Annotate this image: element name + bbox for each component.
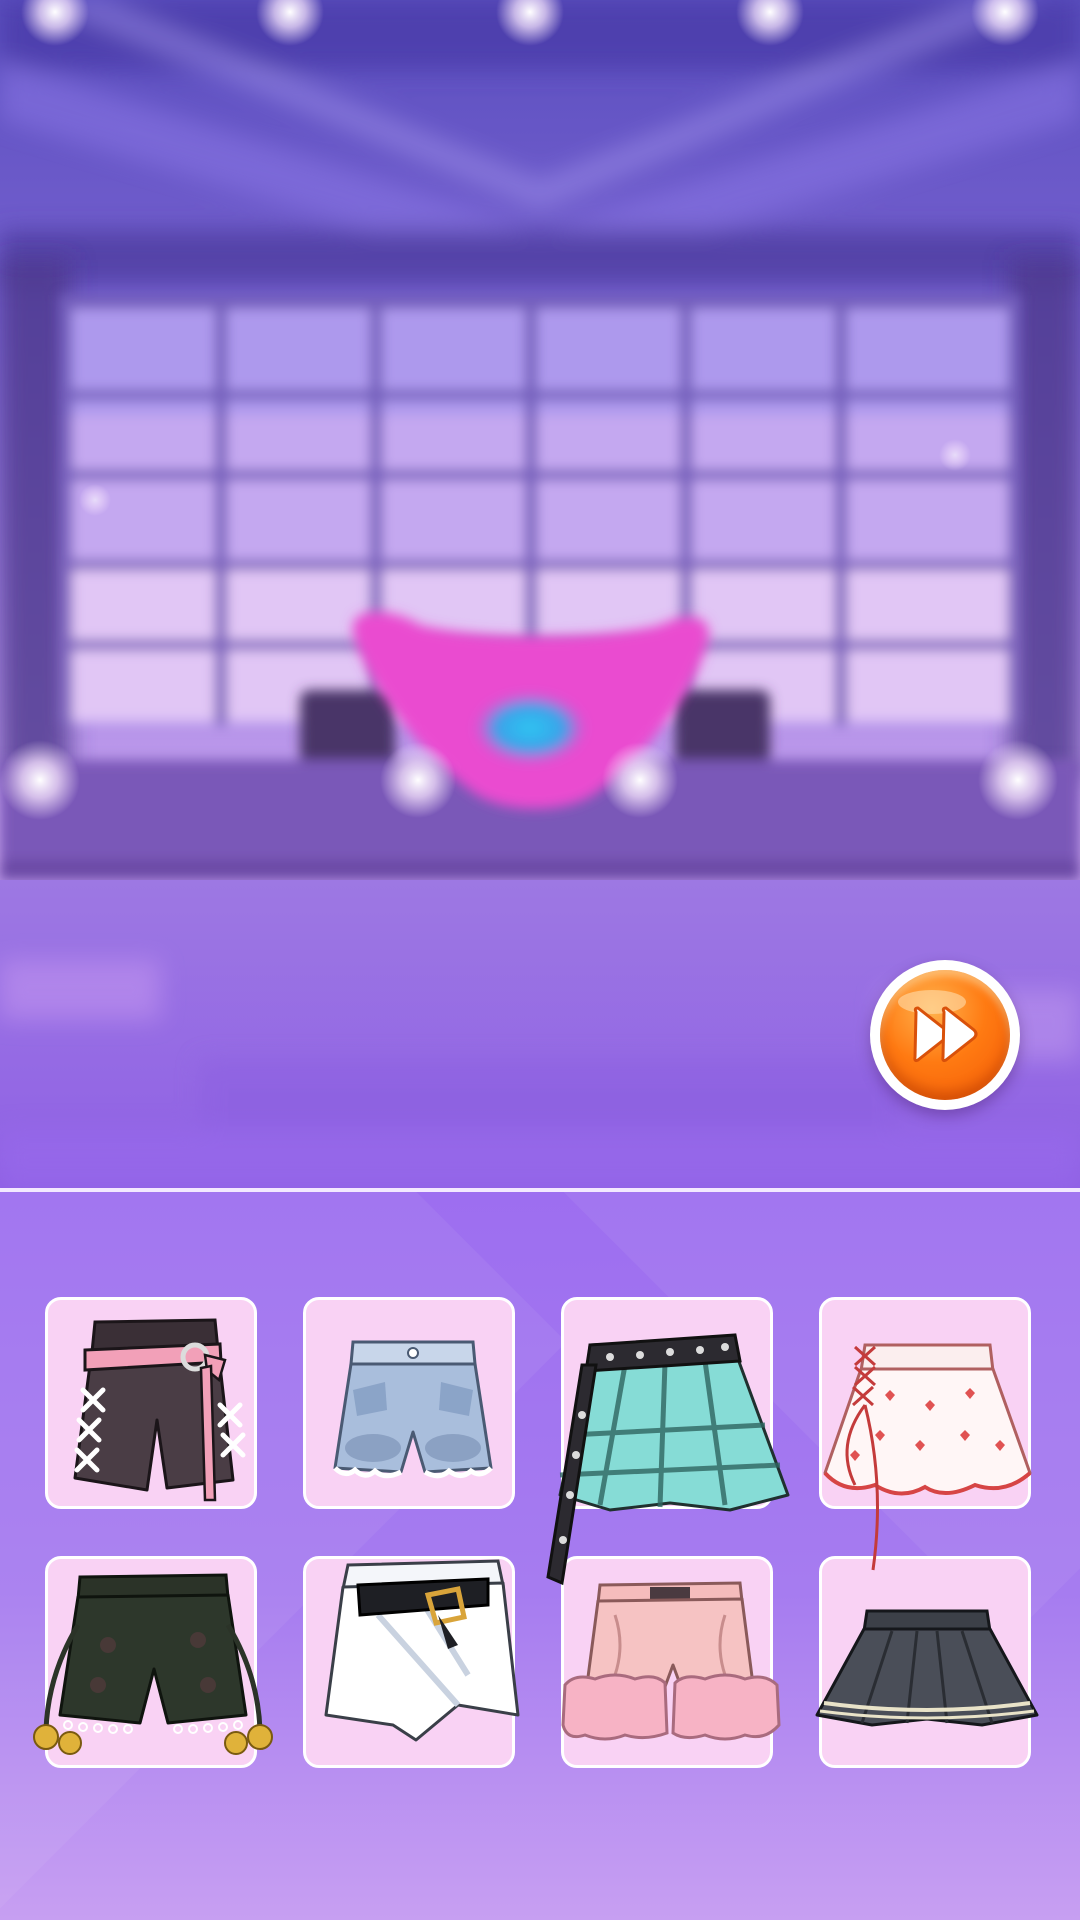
black-shorts-with-bells-icon	[33, 1573, 273, 1755]
fast-forward-icon	[898, 990, 978, 1063]
game-screen	[0, 0, 1080, 1920]
pink-fur-trim-shorts-icon	[561, 1581, 781, 1741]
skip-button[interactable]	[870, 960, 1020, 1110]
black-laced-shorts-with-pink-belt-icon	[73, 1318, 246, 1502]
teal-plaid-skirt-with-studded-belt-icon	[546, 1333, 790, 1586]
white-heart-print-skirt-icon	[823, 1343, 1032, 1571]
denim-shorts-icon	[333, 1340, 493, 1479]
dark-gray-pleated-skirt-icon	[815, 1609, 1039, 1727]
white-wrap-skirt-with-black-belt-icon	[324, 1559, 520, 1742]
